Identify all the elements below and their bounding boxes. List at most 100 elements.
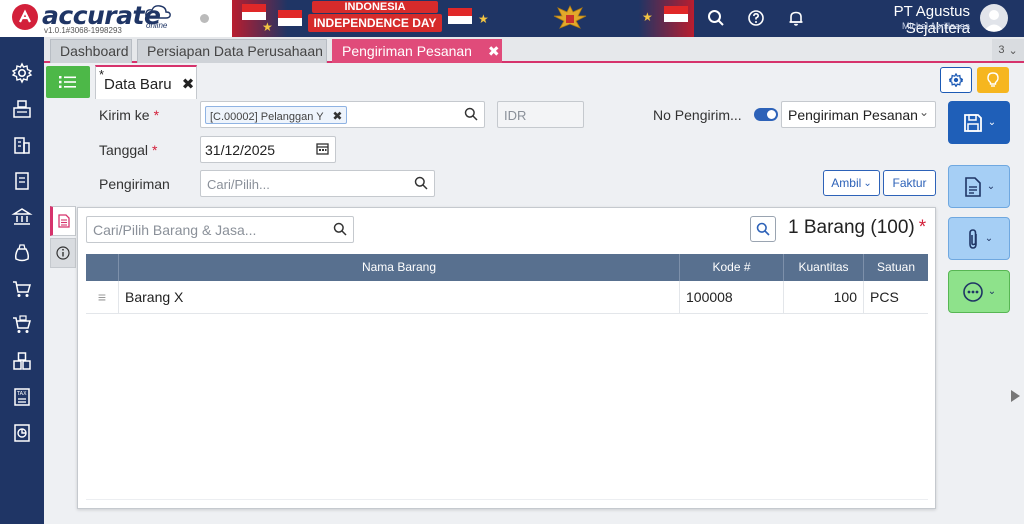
save-button[interactable]: ⌄ [948, 101, 1010, 144]
close-icon[interactable]: ✖ [182, 76, 195, 93]
tanggal-field[interactable]: 31/12/2025 [200, 136, 336, 163]
customer-chip-label: [C.00002] Pelanggan Y [210, 111, 324, 123]
tab-label: Dashboard [60, 43, 129, 59]
cell-nama-barang[interactable]: Barang X [118, 281, 679, 314]
search-icon[interactable] [464, 107, 478, 126]
search-icon [756, 222, 770, 236]
company-name[interactable]: PT Agustus Sejahtera [826, 3, 970, 37]
more-dots-icon [962, 281, 983, 302]
settings-gear-icon[interactable] [8, 59, 36, 87]
info-icon [56, 246, 70, 260]
info-tab[interactable] [50, 238, 76, 268]
required-mark: * [152, 142, 158, 158]
drag-handle-icon[interactable]: ≡ [86, 281, 118, 314]
user-name: Michel Aprillaaaa [901, 21, 970, 31]
document-list-icon [58, 214, 70, 228]
tab-data-baru[interactable]: * Data Baru ✖ [95, 65, 197, 99]
attachment-button[interactable]: ⌄ [948, 217, 1010, 260]
flag-icon [278, 10, 302, 26]
chip-remove-icon[interactable]: ✖ [332, 109, 342, 123]
tab-label: Pengiriman Pesanan [342, 43, 472, 59]
item-search-input[interactable]: Cari/Pilih Barang & Jasa... [86, 216, 354, 243]
customer-field[interactable]: [C.00002] Pelanggan Y ✖ [200, 101, 485, 128]
avatar[interactable] [980, 4, 1008, 32]
chevron-down-icon: ⌄ [918, 105, 929, 119]
cashier-icon[interactable] [8, 95, 36, 123]
cell-kode[interactable]: 100008 [679, 281, 783, 314]
purchase-cart-icon[interactable] [8, 311, 36, 339]
tab-label: Persiapan Data Perusahaan [147, 43, 323, 59]
form-settings-button[interactable] [940, 67, 972, 93]
required-mark: * [153, 107, 160, 123]
document-button[interactable]: ⌄ [948, 165, 1010, 208]
independence-day-banner: ★ ★ ★ INDONESIA INDEPENDENCE DAY [232, 0, 694, 37]
more-actions-button[interactable]: ⌄ [948, 270, 1010, 313]
tab-pengiriman-pesanan[interactable]: Pengiriman Pesanan ✖ [332, 39, 502, 63]
pengiriman-field[interactable]: Cari/Pilih... [200, 170, 435, 197]
column-kuantitas[interactable]: Kuantitas [783, 254, 863, 281]
no-pengiriman-select[interactable]: Pengiriman Pesanan ⌄ [781, 101, 936, 128]
banner-title-line1: INDONESIA [312, 1, 438, 13]
calendar-icon[interactable] [316, 142, 329, 160]
gear-icon [949, 73, 963, 87]
chevron-down-icon: ⌄ [986, 181, 996, 192]
tab-count: 3 [998, 44, 1005, 56]
ledger-book-icon[interactable] [8, 167, 36, 195]
flag-icon [242, 4, 266, 20]
ambil-button[interactable]: Ambil ⌄ [823, 170, 880, 196]
no-pengiriman-value: Pengiriman Pesanan [788, 107, 918, 123]
cell-satuan[interactable]: PCS [863, 281, 928, 314]
tips-button[interactable] [977, 67, 1009, 93]
payment-bag-icon[interactable] [8, 239, 36, 267]
bank-icon[interactable] [8, 203, 36, 231]
tanggal-label: Tanggal * [99, 142, 158, 158]
item-search-placeholder: Cari/Pilih Barang & Jasa... [93, 222, 257, 238]
sales-cart-icon[interactable] [8, 275, 36, 303]
auto-number-toggle[interactable] [754, 108, 778, 121]
inventory-icon[interactable] [8, 347, 36, 375]
faktur-button[interactable]: Faktur [883, 170, 936, 196]
item-count: 1 Barang (100) * [788, 217, 927, 238]
faktur-label: Faktur [892, 176, 927, 190]
tab-persiapan-data-perusahaan[interactable]: Persiapan Data Perusahaan [137, 39, 327, 63]
table-row[interactable]: ≡ Barang X 100008 100 PCS [86, 281, 928, 314]
floppy-save-icon [963, 113, 982, 132]
report-chart-icon[interactable] [8, 419, 36, 447]
chevron-down-icon: ⌄ [987, 286, 997, 297]
column-nama-barang[interactable]: Nama Barang [118, 254, 679, 281]
item-lookup-button[interactable] [750, 216, 776, 242]
star-icon: ★ [642, 10, 653, 24]
document-icon [964, 176, 981, 197]
help-icon[interactable] [744, 6, 768, 30]
logo-online: online [146, 21, 168, 30]
search-icon[interactable] [704, 6, 728, 30]
star-icon: ★ [262, 20, 273, 34]
flag-icon [664, 6, 688, 22]
search-icon[interactable] [333, 222, 347, 241]
sidebar: TAX [0, 37, 44, 524]
close-icon[interactable]: ✖ [488, 43, 500, 59]
search-icon[interactable] [414, 176, 428, 195]
company-building-icon[interactable] [8, 131, 36, 159]
tax-icon[interactable]: TAX [8, 383, 36, 411]
bell-icon[interactable] [784, 6, 808, 30]
ambil-label: Ambil [831, 176, 862, 190]
tab-dashboard[interactable]: Dashboard [50, 39, 132, 63]
expand-panel-arrow-icon[interactable] [1011, 390, 1020, 402]
items-detail-tab[interactable] [50, 206, 76, 236]
list-view-button[interactable] [46, 66, 90, 98]
kirim-ke-label: Kirim ke * [99, 107, 160, 123]
chevron-down-icon: ⌄ [984, 233, 994, 244]
column-satuan[interactable]: Satuan [863, 254, 928, 281]
star-icon: ★ [478, 12, 489, 26]
logo-area[interactable]: accurate online v1.0.1#3068-1998293 [0, 0, 232, 37]
app-header: accurate online v1.0.1#3068-1998293 ★ ★ … [0, 0, 1024, 37]
chevron-down-icon: ⌄ [863, 177, 872, 189]
column-kode[interactable]: Kode # [679, 254, 783, 281]
accurate-logo-icon [12, 4, 38, 30]
customer-chip[interactable]: [C.00002] Pelanggan Y ✖ [205, 106, 348, 124]
tab-counter[interactable]: 3 ⌄ [992, 39, 1024, 61]
garuda-emblem-icon [550, 2, 590, 34]
cell-kuantitas[interactable]: 100 [783, 281, 863, 314]
grid-footer-divider [86, 499, 928, 500]
